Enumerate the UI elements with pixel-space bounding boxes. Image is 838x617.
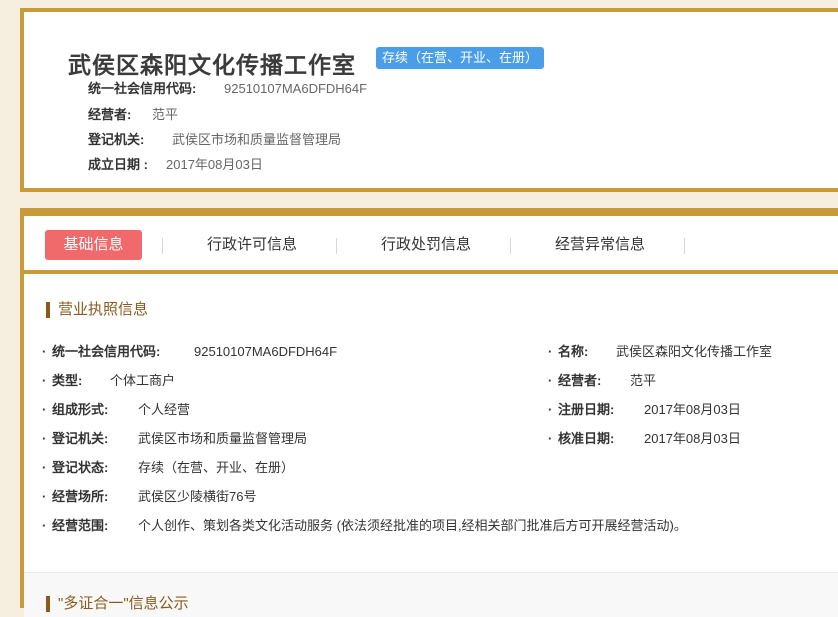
info-row-status: · 登记状态: 存续（在营、开业、在册） <box>42 457 294 476</box>
info-value: 2017年08月03日 <box>644 402 741 417</box>
info-label: 经营场所: <box>52 489 109 504</box>
header-label: 成立日期 : <box>88 157 148 172</box>
header-value: 武侯区市场和质量监督管理局 <box>172 132 342 147</box>
bullet-icon: · <box>42 518 47 533</box>
bullet-icon: · <box>42 344 47 359</box>
info-value: 个体工商户 <box>110 373 176 388</box>
info-row-type: · 类型: 个体工商户 <box>42 370 175 389</box>
info-row-address: · 经营场所: 武侯区少陵横街76号 <box>42 486 256 505</box>
bullet-icon: · <box>548 344 553 359</box>
info-row-approved-date: · 核准日期: 2017年08月03日 <box>548 428 741 447</box>
company-name: 武侯区森阳文化传播工作室 <box>68 52 356 78</box>
info-value: 2017年08月03日 <box>644 431 741 446</box>
info-row-name: · 名称: 武侯区森阳文化传播工作室 <box>548 341 772 360</box>
info-label: 经营者: <box>558 373 602 388</box>
header-row-established: 成立日期 : 2017年08月03日 <box>88 154 263 173</box>
bullet-icon: · <box>42 373 47 388</box>
info-row-scope: · 经营范围: 个人创作、策划各类文化活动服务 (依法须经批准的项目,经相关部门批准… <box>42 515 687 534</box>
info-row-credit-code: · 统一社会信用代码: 92510107MA6DFDH64F <box>42 341 337 360</box>
info-label: 经营范围: <box>52 518 109 533</box>
info-label: 登记机关: <box>52 431 109 446</box>
info-row-authority: · 登记机关: 武侯区市场和质量监督管理局 <box>42 428 307 447</box>
tab-bar: 基础信息 行政许可信息 行政处罚信息 经营异常信息 <box>24 216 838 274</box>
info-label: 类型: <box>52 373 83 388</box>
tab-abnormal-operation[interactable]: 经营异常信息 <box>540 230 660 260</box>
info-label: 注册日期: <box>558 402 615 417</box>
info-label: 核准日期: <box>558 431 615 446</box>
info-label: 组成形式: <box>52 402 109 417</box>
tab-admin-permit[interactable]: 行政许可信息 <box>192 230 312 260</box>
tab-divider <box>336 238 337 254</box>
bullet-icon: · <box>548 373 553 388</box>
company-header-card: 武侯区森阳文化传播工作室 存续（在营、开业、在册） 统一社会信用代码: 92510… <box>20 8 838 192</box>
tab-admin-penalty[interactable]: 行政处罚信息 <box>366 230 486 260</box>
info-value: 范平 <box>630 373 657 388</box>
header-value: 范平 <box>152 107 179 122</box>
bullet-icon: · <box>548 402 553 417</box>
section-title-license: 营业执照信息 <box>46 302 148 318</box>
bullet-icon: · <box>42 460 47 475</box>
info-value: 武侯区市场和质量监督管理局 <box>138 431 308 446</box>
info-row-registered-date: · 注册日期: 2017年08月03日 <box>548 399 741 418</box>
bullet-icon: · <box>42 402 47 417</box>
info-row-operator: · 经营者: 范平 <box>548 370 656 389</box>
tab-divider <box>510 238 511 254</box>
info-label: 登记状态: <box>52 460 109 475</box>
info-label: 名称: <box>558 344 589 359</box>
status-badge: 存续（在营、开业、在册） <box>376 47 545 69</box>
header-row-authority: 登记机关: 武侯区市场和质量监督管理局 <box>88 129 341 148</box>
header-row-operator: 经营者: 范平 <box>88 104 178 123</box>
info-value: 武侯区森阳文化传播工作室 <box>616 344 773 359</box>
info-label: 统一社会信用代码: <box>52 344 161 359</box>
info-value: 92510107MA6DFDH64F <box>194 344 338 359</box>
tab-basic-info[interactable]: 基础信息 <box>45 230 142 260</box>
info-value: 武侯区少陵横街76号 <box>138 489 257 504</box>
header-label: 统一社会信用代码: <box>88 81 197 96</box>
header-label: 登记机关: <box>88 132 145 147</box>
info-value: 存续（在营、开业、在册） <box>138 460 295 475</box>
bullet-icon: · <box>42 489 47 504</box>
info-value: 个人创作、策划各类文化活动服务 (依法须经批准的项目,经相关部门批准后方可开展经… <box>138 518 687 533</box>
header-row-credit-code: 统一社会信用代码: 92510107MA6DFDH64F <box>88 78 367 97</box>
header-label: 经营者: <box>88 107 132 122</box>
info-value: 个人经营 <box>138 402 191 417</box>
tab-divider <box>162 238 163 254</box>
header-value: 2017年08月03日 <box>166 157 263 172</box>
bullet-icon: · <box>42 431 47 446</box>
bullet-icon: · <box>548 431 553 446</box>
section-title-multi-cert: "多证合一"信息公示 <box>46 596 189 612</box>
info-row-form: · 组成形式: 个人经营 <box>42 399 190 418</box>
detail-card: 基础信息 行政许可信息 行政处罚信息 经营异常信息 营业执照信息 · 统一社会信用… <box>20 208 838 617</box>
tab-divider <box>684 238 685 254</box>
header-value: 92510107MA6DFDH64F <box>224 81 368 96</box>
